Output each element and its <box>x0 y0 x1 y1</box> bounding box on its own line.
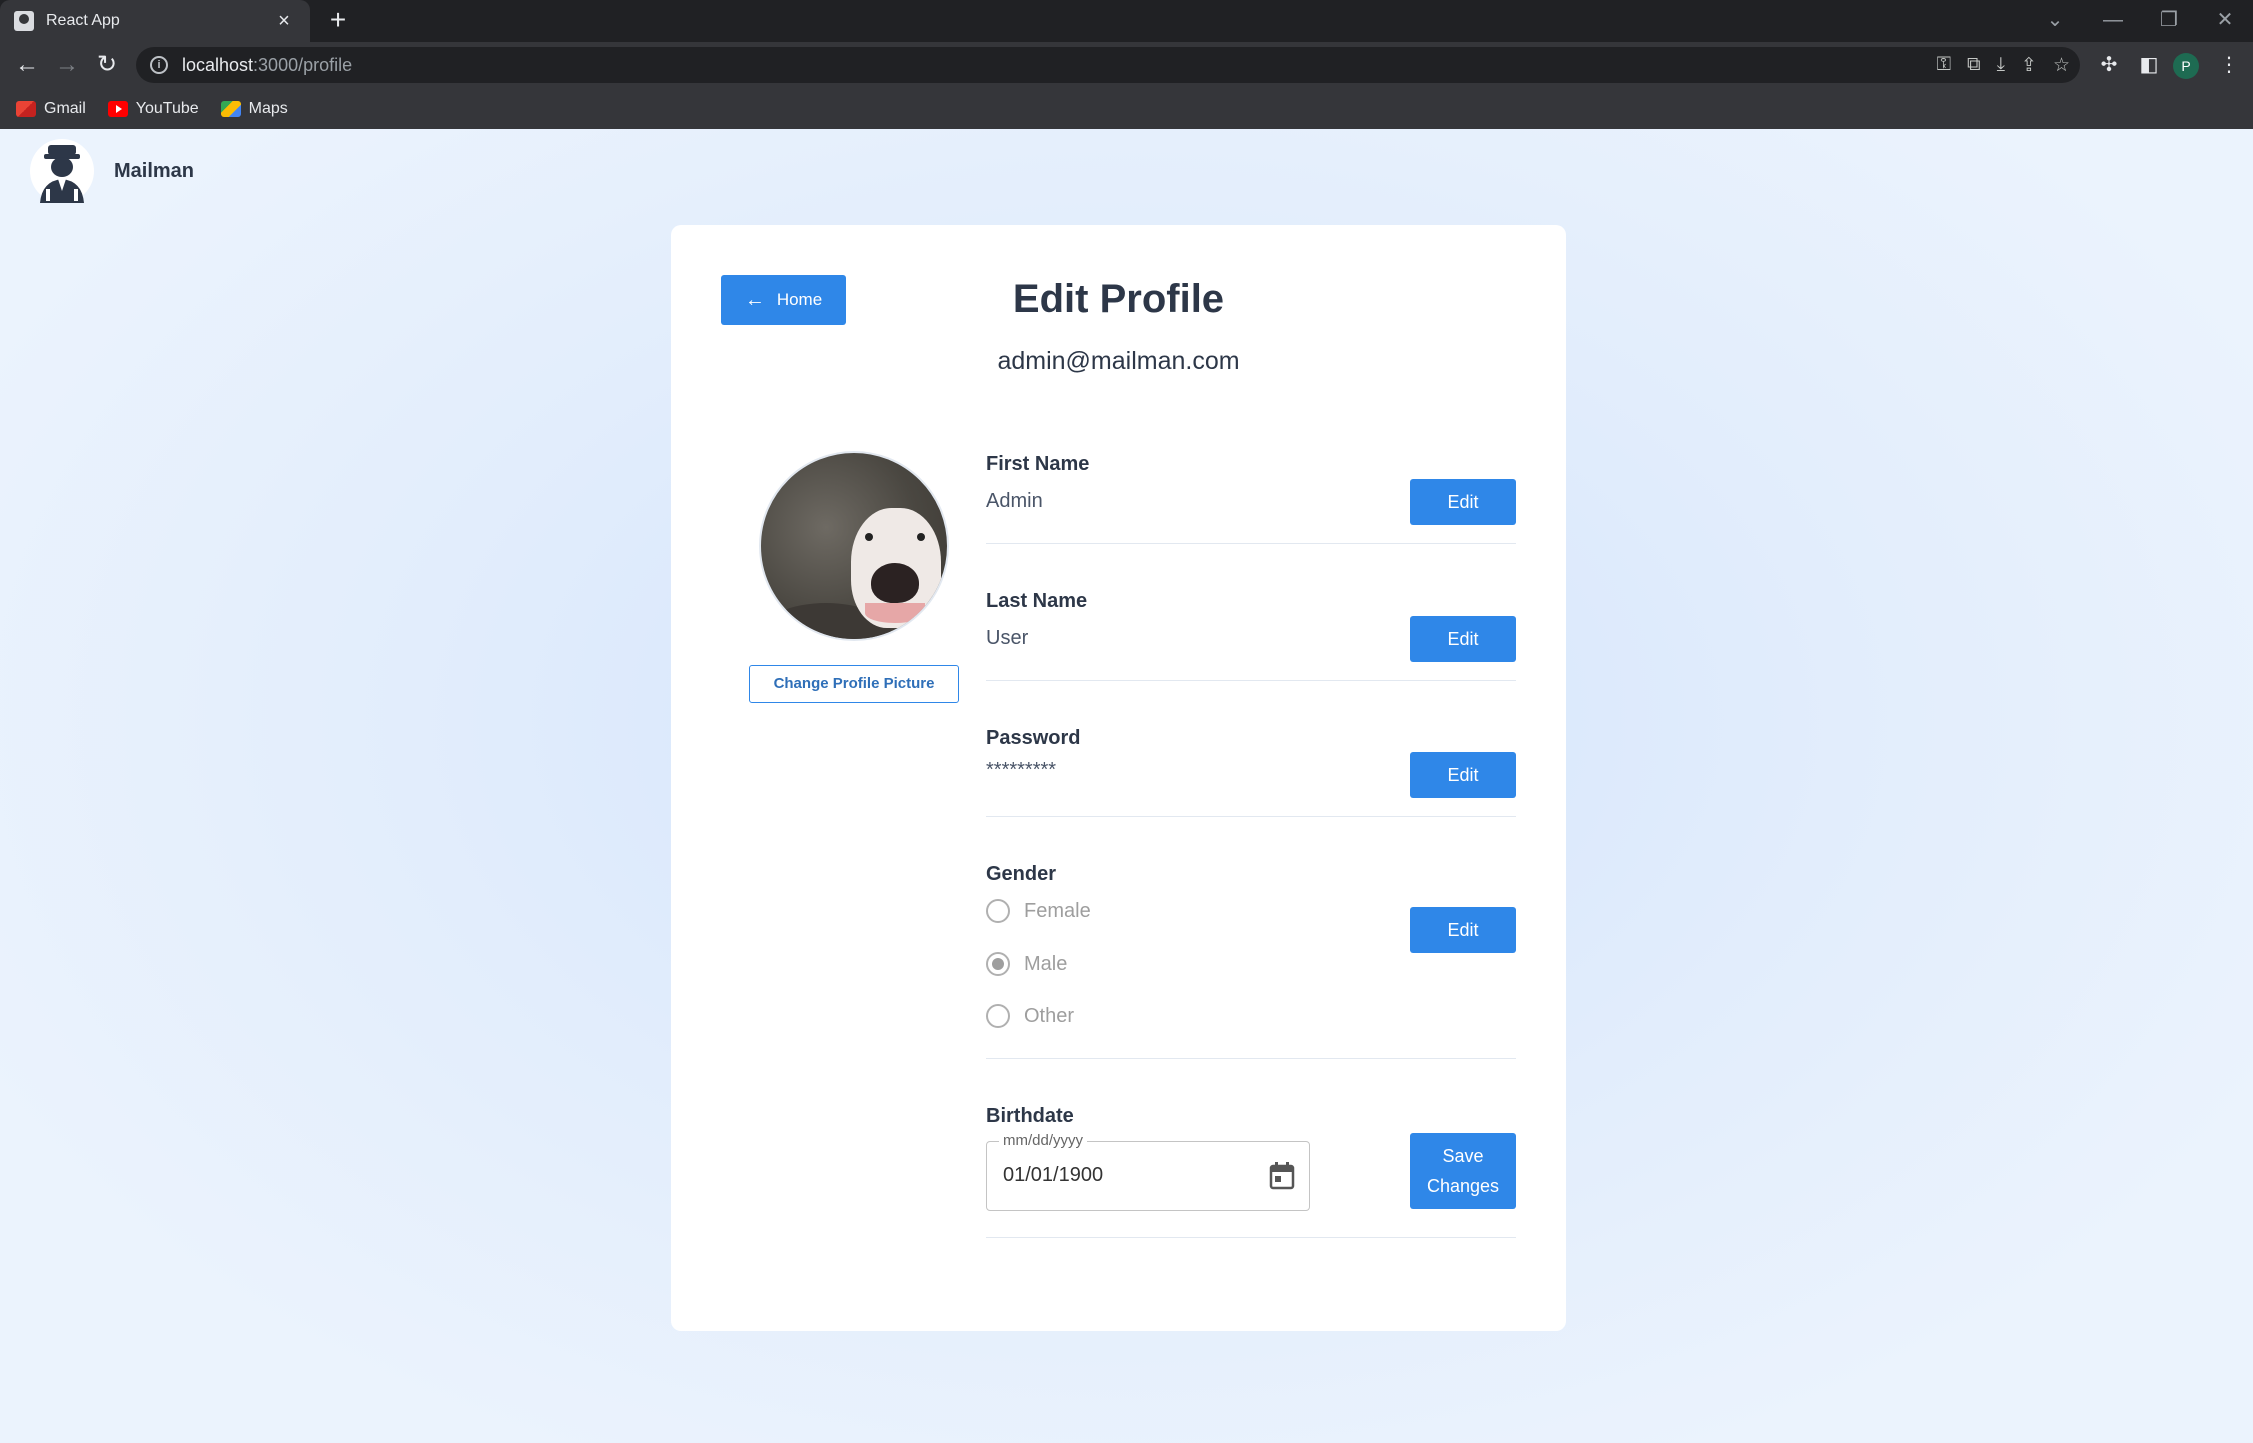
first-name-field: First Name Admin Edit <box>986 453 1516 544</box>
gender-label: Gender <box>986 863 1057 885</box>
birthdate-label: Birthdate <box>986 1105 1074 1127</box>
gmail-icon <box>16 100 36 117</box>
gender-field: Gender Female Male Other Edit <box>986 863 1516 1059</box>
page-content: Mailman ← Home Edit Profile admin@mailma… <box>0 129 2253 1443</box>
close-window-button[interactable]: ✕ <box>2200 4 2250 36</box>
edit-password-button[interactable]: Edit <box>1410 752 1516 798</box>
edit-first-name-button[interactable]: Edit <box>1410 479 1516 525</box>
edit-last-name-button[interactable]: Edit <box>1410 616 1516 662</box>
install-icon[interactable]: ⤓ <box>1997 54 2005 76</box>
profile-picture <box>759 451 949 641</box>
menu-kebab-icon[interactable]: ⋮ <box>2212 48 2246 82</box>
restore-button[interactable]: ❐ <box>2144 4 2194 36</box>
radio-label: Female <box>1024 899 1091 922</box>
url-host: localhost <box>182 54 254 75</box>
edit-profile-card: ← Home Edit Profile admin@mailman.com Ch… <box>671 225 1566 1331</box>
password-value: ********* <box>986 759 1057 781</box>
radio-female[interactable] <box>986 899 1010 923</box>
bookmark-star-icon[interactable]: ☆ <box>2053 54 2070 77</box>
app-header: Mailman <box>30 139 194 203</box>
gender-option-male[interactable]: Male <box>986 952 1067 976</box>
new-tab-button[interactable]: + <box>322 4 354 36</box>
calendar-icon[interactable] <box>1269 1162 1295 1190</box>
page-title: Edit Profile <box>1012 277 1225 321</box>
last-name-value: User <box>986 627 1029 649</box>
save-label-line1: Save <box>1442 1146 1484 1166</box>
maps-icon <box>220 100 241 117</box>
last-name-field: Last Name User Edit <box>986 590 1516 681</box>
browser-chrome: React App × + ⌄ — ❐ ✕ ← → ↻ i localhost:… <box>0 0 2253 129</box>
side-panel-icon[interactable]: ◧ <box>2132 48 2166 82</box>
birthdate-input[interactable]: mm/dd/yyyy 01/01/1900 <box>986 1132 1310 1211</box>
youtube-icon <box>107 100 128 117</box>
change-profile-picture-button[interactable]: Change Profile Picture <box>749 665 959 703</box>
mailman-logo-icon[interactable] <box>30 139 94 203</box>
user-email: admin@mailman.com <box>997 347 1240 375</box>
minimize-button[interactable]: — <box>2088 4 2138 36</box>
bookmark-label: Gmail <box>44 99 86 117</box>
open-in-app-icon[interactable]: ⧉ <box>1967 54 1981 76</box>
share-icon[interactable]: ⇪ <box>2021 54 2037 77</box>
radio-label: Other <box>1024 1004 1075 1027</box>
bookmarks-bar: Gmail YouTube Maps <box>0 88 2253 129</box>
site-info-icon[interactable]: i <box>150 56 168 74</box>
radio-male[interactable] <box>986 952 1010 976</box>
react-app-favicon-icon <box>14 11 34 31</box>
birthdate-field: Birthdate mm/dd/yyyy 01/01/1900 Save Cha… <box>986 1105 1516 1238</box>
tab-title: React App <box>46 12 120 29</box>
save-changes-button[interactable]: Save Changes <box>1410 1133 1516 1209</box>
url-path: :3000/profile <box>253 54 353 75</box>
birthdate-value: 01/01/1900 <box>1003 1164 1104 1186</box>
address-bar[interactable]: i localhost:3000/profile ⚿ ⧉ ⤓ ⇪ ☆ <box>136 47 2080 83</box>
key-icon[interactable]: ⚿ <box>1937 54 1951 76</box>
tab-close-icon[interactable]: × <box>272 10 296 33</box>
first-name-label: First Name <box>986 453 1090 475</box>
last-name-label: Last Name <box>986 590 1088 612</box>
gender-option-other[interactable]: Other <box>986 1004 1074 1028</box>
brand-name[interactable]: Mailman <box>114 160 194 183</box>
forward-icon[interactable]: → <box>50 48 84 82</box>
radio-label: Male <box>1024 952 1068 975</box>
gender-option-female[interactable]: Female <box>986 899 1091 923</box>
bookmark-label: Maps <box>248 99 288 117</box>
reload-icon[interactable]: ↻ <box>90 48 124 82</box>
radio-other[interactable] <box>986 1004 1010 1028</box>
extensions-icon[interactable]: ✣ <box>2092 48 2126 82</box>
bookmark-label: YouTube <box>135 99 199 117</box>
profile-avatar-icon[interactable]: P <box>2173 53 2199 79</box>
browser-toolbar: ← → ↻ i localhost:3000/profile ⚿ ⧉ ⤓ ⇪ ☆… <box>0 42 2253 88</box>
password-field: Password ********* Edit <box>986 727 1516 817</box>
birthdate-placeholder: mm/dd/yyyy <box>999 1132 1088 1149</box>
bookmark-maps[interactable]: Maps <box>220 99 288 118</box>
browser-tab[interactable]: React App × <box>0 0 310 42</box>
save-label-line2: Changes <box>1426 1176 1500 1196</box>
tab-strip: React App × + ⌄ — ❐ ✕ <box>0 0 2253 42</box>
first-name-value: Admin <box>986 490 1043 512</box>
bookmark-youtube[interactable]: YouTube <box>107 99 199 118</box>
tab-search-icon[interactable]: ⌄ <box>2030 4 2080 36</box>
edit-gender-button[interactable]: Edit <box>1410 907 1516 953</box>
omnibox-actions: ⚿ ⧉ ⤓ ⇪ ☆ <box>1937 47 2070 83</box>
back-icon[interactable]: ← <box>10 48 44 82</box>
bookmark-gmail[interactable]: Gmail <box>16 100 86 118</box>
password-label: Password <box>986 727 1081 749</box>
